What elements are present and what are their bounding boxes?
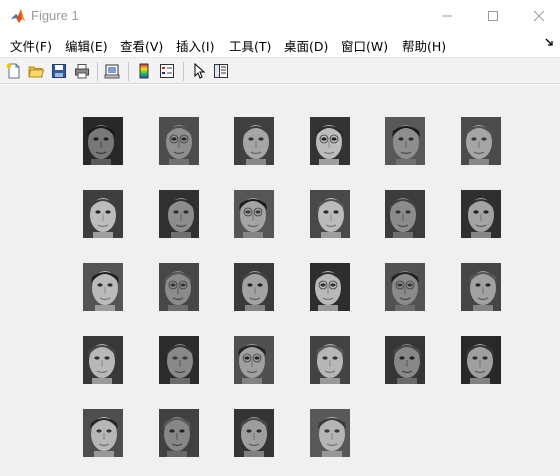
face-image-axes[interactable] <box>310 409 350 457</box>
print-icon[interactable] <box>73 62 91 80</box>
save-icon[interactable] <box>50 62 68 80</box>
new-figure-icon[interactable] <box>5 62 23 80</box>
colorbar-icon[interactable] <box>135 62 153 80</box>
menu-edit[interactable]: 编辑(E) <box>65 36 108 55</box>
face-image-axes[interactable] <box>83 336 123 384</box>
face-image-axes[interactable] <box>234 117 274 165</box>
maximize-button[interactable] <box>470 0 516 31</box>
face-image-axes[interactable] <box>385 117 425 165</box>
menu-tools[interactable]: 工具(T) <box>229 36 271 55</box>
face-image-axes[interactable] <box>385 263 425 311</box>
legend-icon[interactable] <box>158 62 176 80</box>
link-plot-icon[interactable] <box>103 62 121 80</box>
edit-plot-icon[interactable] <box>190 62 208 80</box>
face-image-axes[interactable] <box>234 336 274 384</box>
minimize-button[interactable] <box>424 0 470 31</box>
face-image-axes[interactable] <box>385 190 425 238</box>
window-title: Figure 1 <box>31 8 79 23</box>
toolbar-separator <box>128 62 129 81</box>
face-image-axes[interactable] <box>159 190 199 238</box>
matlab-logo-icon <box>10 8 26 24</box>
menu-file[interactable]: 文件(F) <box>10 36 52 55</box>
face-image-axes[interactable] <box>461 263 501 311</box>
menu-desktop[interactable]: 桌面(D) <box>284 36 328 55</box>
menu-bar: 文件(F) 编辑(E) 查看(V) 插入(I) 工具(T) 桌面(D) 窗口(W… <box>0 31 560 57</box>
property-inspector-icon[interactable] <box>212 62 230 80</box>
face-image-axes[interactable] <box>83 190 123 238</box>
face-image-axes[interactable] <box>83 117 123 165</box>
figure-canvas[interactable] <box>0 85 560 476</box>
menu-view[interactable]: 查看(V) <box>120 36 163 55</box>
face-image-axes[interactable] <box>310 117 350 165</box>
face-image-axes[interactable] <box>310 190 350 238</box>
face-image-axes[interactable] <box>461 117 501 165</box>
face-image-axes[interactable] <box>83 409 123 457</box>
face-image-axes[interactable] <box>310 336 350 384</box>
face-image-axes[interactable] <box>234 190 274 238</box>
menu-help[interactable]: 帮助(H) <box>402 36 446 55</box>
face-image-axes[interactable] <box>159 117 199 165</box>
face-image-axes[interactable] <box>159 409 199 457</box>
title-bar: Figure 1 <box>0 0 560 31</box>
arrow-icon[interactable] <box>544 37 554 50</box>
face-image-axes[interactable] <box>234 263 274 311</box>
face-image-axes[interactable] <box>461 336 501 384</box>
face-image-axes[interactable] <box>159 336 199 384</box>
toolbar-separator <box>97 62 98 81</box>
face-image-axes[interactable] <box>234 409 274 457</box>
menu-insert[interactable]: 插入(I) <box>176 36 214 55</box>
face-image-axes[interactable] <box>310 263 350 311</box>
face-image-axes[interactable] <box>461 190 501 238</box>
open-file-icon[interactable] <box>27 62 45 80</box>
face-image-axes[interactable] <box>159 263 199 311</box>
toolbar <box>0 57 560 84</box>
close-button[interactable] <box>516 0 560 31</box>
toolbar-separator <box>183 62 184 81</box>
face-image-axes[interactable] <box>83 263 123 311</box>
menu-window[interactable]: 窗口(W) <box>341 36 388 55</box>
face-image-axes[interactable] <box>385 336 425 384</box>
